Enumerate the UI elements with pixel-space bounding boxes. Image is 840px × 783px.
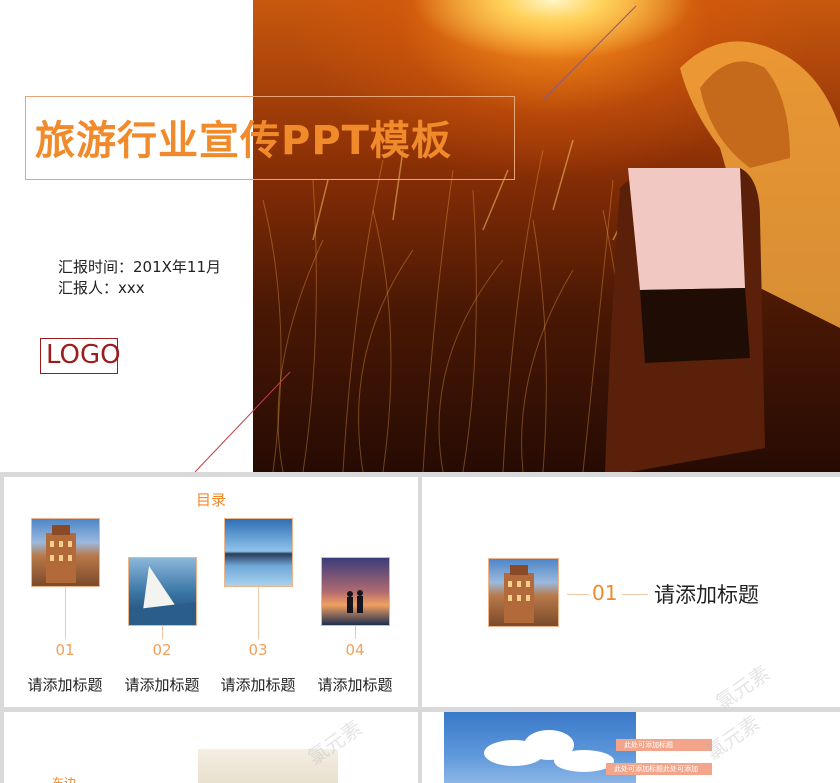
toc-connector [65,587,66,639]
toc-num-4: 04 [345,641,365,659]
toc-slide[interactable]: 目录 01 请添加标题 02 请添加标题 03 请添加标题 04 请添加标题 [4,477,418,707]
watermark: 氯元素 [711,660,775,707]
toc-num-1: 01 [55,641,75,659]
building-icon [504,565,534,623]
presentation-title[interactable]: 旅游行业宣传PPT模板 [35,108,452,166]
section-photo-building [488,558,559,627]
toc-num-3: 03 [248,641,268,659]
toc-photo-sailboat [128,557,197,626]
toc-photo-lake [224,518,293,587]
section-title[interactable]: 请添加标题 [654,579,759,609]
bottom-left-label: 车边 [52,776,77,783]
toc-label-2[interactable]: 请添加标题 [112,674,212,695]
toc-connector [355,626,356,639]
toc-label-4[interactable]: 请添加标题 [305,674,405,695]
reporter[interactable]: 汇报人：xxx [58,277,145,298]
bottom-left-slide[interactable]: 车边 氯元素 [4,712,418,783]
toc-connector [162,626,163,639]
toc-heading[interactable]: 目录 [4,489,418,510]
cloud [554,750,614,772]
bottom-right-slide[interactable]: 此处可添加标题 此处可添加标题此处可添加 氯元素 [422,712,840,783]
sailboat-icon [129,566,196,625]
toc-connector [258,587,259,639]
girl-silhouette [605,41,840,472]
toc-photo-couple [321,557,390,626]
couple-icon [347,590,363,613]
cover-slide[interactable]: 旅游行业宣传PPT模板 汇报时间：201X年11月 汇报人：xxx LOGO [0,0,840,472]
title-bar-1[interactable]: 此处可添加标题 [616,739,712,751]
report-time[interactable]: 汇报时间：201X年11月 [58,256,221,277]
toc-num-2: 02 [152,641,172,659]
title-bar-2[interactable]: 此处可添加标题此处可添加 [606,763,712,775]
section-number: 01 [592,581,618,605]
toc-label-1[interactable]: 请添加标题 [15,674,115,695]
section-line-left [567,594,589,595]
toc-photo-building [31,518,100,587]
section-line-right [622,594,648,595]
logo-placeholder[interactable]: LOGO [46,338,122,372]
section-slide[interactable]: 01 请添加标题 氯元素 [422,477,840,707]
toc-label-3[interactable]: 请添加标题 [208,674,308,695]
building-icon [46,525,76,583]
watermark: 氯元素 [701,712,765,765]
